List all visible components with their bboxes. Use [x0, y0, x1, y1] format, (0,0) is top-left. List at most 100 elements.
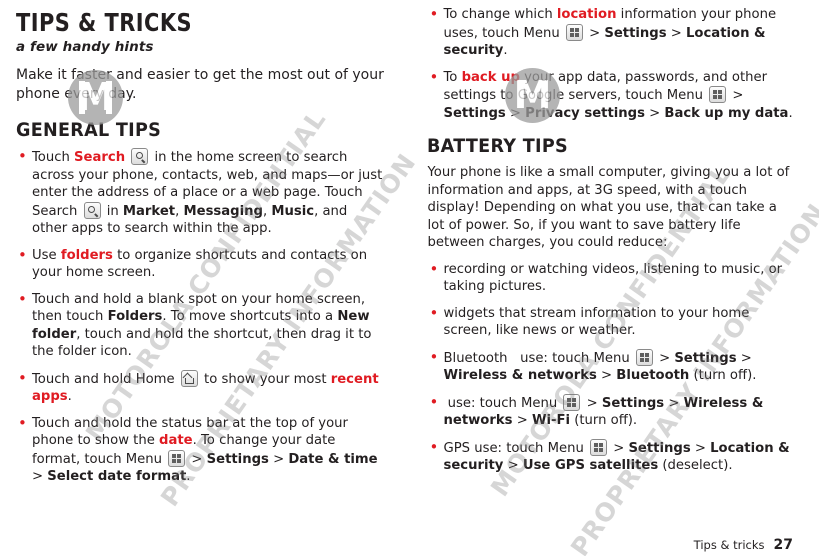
- text-run: >: [728, 88, 744, 103]
- list-item: Touch Search in the home screen to searc…: [16, 147, 385, 238]
- list-item: Touch and hold a blank spot on your home…: [16, 290, 385, 361]
- text-run: (deselect).: [658, 458, 733, 473]
- general-tips-list: Touch Search in the home screen to searc…: [16, 147, 385, 486]
- ui-path-term: Settings: [601, 395, 665, 411]
- text-run: widgets that stream information to your …: [443, 305, 750, 339]
- page-number: 27: [773, 537, 793, 553]
- highlight-term: date: [159, 433, 193, 448]
- text-run: Use: [32, 247, 61, 263]
- text-run: >: [690, 440, 711, 456]
- text-run: >: [666, 25, 687, 41]
- text-run: >: [187, 451, 207, 467]
- footer-section-label: Tips & tricks: [693, 538, 765, 552]
- home-icon: [180, 369, 198, 387]
- text-run: >: [268, 451, 289, 467]
- menu-icon: [565, 23, 583, 41]
- highlight-term: Search: [74, 150, 126, 165]
- two-column-layout: TIPS & TRICKS a few handy hints Make it …: [16, 5, 793, 495]
- list-item: To back up your app data, passwords, and…: [427, 68, 793, 123]
- text-run: >: [582, 395, 602, 411]
- list-item: use: touch Menu > Settings > Wireless & …: [427, 393, 793, 430]
- intro-paragraph: Make it faster and easier to get the mos…: [16, 67, 384, 102]
- list-item: Bluetooth use: touch Menu > Settings > W…: [427, 348, 793, 385]
- text-run: Touch and hold Home: [32, 371, 179, 387]
- text-run: GPS use: touch Menu: [443, 440, 588, 456]
- ui-path-term: Wireless & networks: [443, 368, 597, 383]
- general-tips-heading: GENERAL TIPS: [16, 120, 162, 141]
- text-run: >: [609, 440, 629, 456]
- list-item: Use folders to organize shortcuts and co…: [16, 246, 385, 282]
- text-run: >: [584, 25, 605, 41]
- text-run: . To move shortcuts into a: [162, 309, 338, 324]
- ui-path-term: Market: [122, 203, 176, 219]
- text-run: (turn off).: [689, 368, 757, 383]
- ui-path-term: Settings: [206, 451, 269, 467]
- text-run: Touch: [32, 150, 75, 165]
- highlight-term: location: [556, 7, 617, 22]
- text-run: (turn off).: [570, 413, 638, 428]
- battery-tips-list: recording or watching videos, listening …: [427, 260, 793, 475]
- list-item: recording or watching videos, listening …: [427, 260, 793, 296]
- text-run: Bluetooth: [443, 350, 508, 366]
- page-subtitle: a few handy hints: [16, 39, 154, 55]
- page-title: TIPS & TRICKS: [16, 8, 193, 37]
- ui-path-term: Settings: [674, 350, 737, 366]
- text-run: .: [186, 469, 191, 484]
- ui-path-term: Settings: [443, 105, 506, 121]
- right-column: To change which location information you…: [427, 5, 793, 495]
- text-run: To change which: [443, 7, 557, 22]
- text-run: >: [736, 350, 752, 366]
- text-run: >: [654, 350, 675, 366]
- text-run: , touch and hold the shortcut, then drag…: [32, 326, 372, 360]
- text-run: ,: [175, 203, 184, 219]
- menu-icon: [635, 348, 653, 366]
- text-run: >: [664, 395, 684, 411]
- menu-icon: [590, 438, 607, 456]
- text-run: >: [596, 368, 617, 383]
- list-item: To change which location information you…: [427, 5, 793, 60]
- text-run: use: touch Menu: [507, 350, 634, 366]
- text-run: [125, 150, 129, 165]
- text-run: .: [788, 105, 793, 121]
- menu-icon: [709, 86, 727, 103]
- text-run: >: [512, 413, 532, 428]
- text-run: To: [443, 69, 462, 85]
- text-run: >: [644, 105, 665, 121]
- list-item: GPS use: touch Menu > Settings > Locatio…: [427, 438, 793, 475]
- text-run: >: [503, 458, 523, 473]
- list-item: widgets that stream information to your …: [427, 304, 793, 340]
- ui-path-term: Messaging: [183, 203, 263, 219]
- ui-path-term: Select date format: [47, 469, 187, 484]
- ui-path-term: Date & time: [288, 451, 378, 467]
- menu-icon: [563, 393, 581, 411]
- text-run: >: [32, 469, 48, 484]
- page-footer: Tips & tricks 27: [694, 537, 793, 553]
- search-icon: [131, 148, 149, 165]
- text-run: in: [102, 203, 123, 219]
- ui-path-term: Use GPS satellites: [522, 458, 659, 473]
- ui-path-term: Privacy settings: [525, 105, 645, 121]
- text-run: use: touch Menu: [443, 395, 562, 411]
- battery-tips-intro: Your phone is like a small computer, giv…: [427, 165, 790, 250]
- battery-tips-heading: BATTERY TIPS: [427, 136, 569, 157]
- right-tips-list: To change which location information you…: [427, 5, 793, 123]
- ui-path-term: Music: [271, 203, 315, 219]
- search-icon: [83, 201, 101, 219]
- ui-path-term: Bluetooth: [616, 368, 690, 383]
- list-item: Touch and hold Home to show your most re…: [16, 369, 385, 406]
- text-run: to show your most: [199, 371, 331, 387]
- list-item: Touch and hold the status bar at the top…: [16, 414, 385, 486]
- text-run: .: [67, 389, 72, 404]
- page: TIPS & TRICKS a few handy hints Make it …: [0, 0, 819, 556]
- highlight-term: back up: [461, 69, 520, 85]
- ui-path-term: Back up my data: [664, 105, 789, 121]
- ui-path-term: Settings: [628, 440, 691, 456]
- menu-icon: [168, 449, 186, 467]
- text-run: .: [503, 43, 508, 58]
- highlight-term: folders: [60, 247, 113, 263]
- left-column: TIPS & TRICKS a few handy hints Make it …: [16, 6, 385, 495]
- ui-path-term: Settings: [604, 25, 667, 41]
- text-run: recording or watching videos, listening …: [443, 261, 783, 295]
- ui-path-term: Folders: [107, 309, 163, 324]
- text-run: >: [505, 105, 526, 121]
